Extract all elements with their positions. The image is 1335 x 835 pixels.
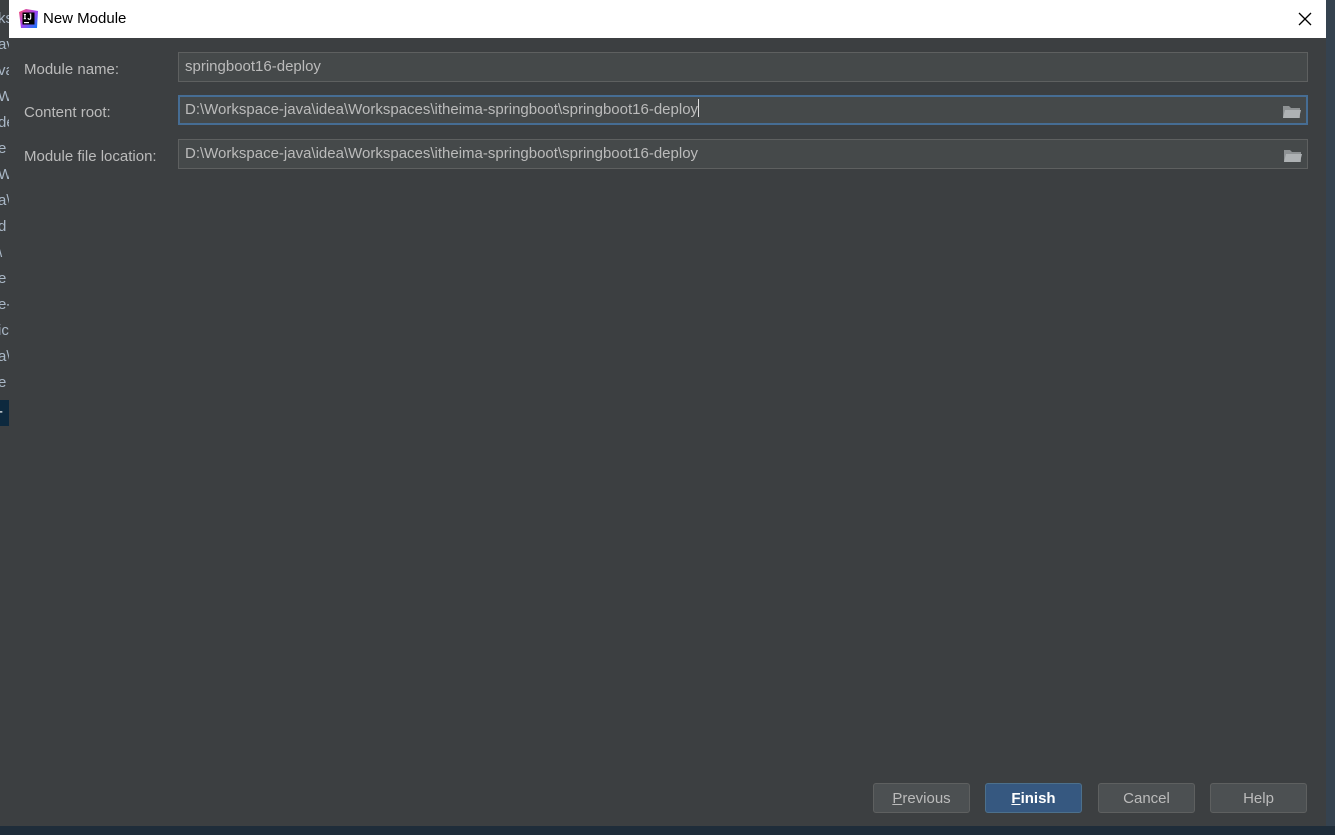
background-desktop-edge <box>1326 0 1335 835</box>
bg-text-fragment: a\ <box>0 192 9 209</box>
bg-text-fragment: W <box>0 166 9 183</box>
bg-text-fragment: ks <box>0 10 9 27</box>
cancel-button[interactable]: Cancel <box>1098 783 1195 813</box>
close-icon <box>1298 12 1312 26</box>
finish-button[interactable]: Finish <box>985 783 1082 813</box>
module-file-location-value: D:\Workspace-java\idea\Workspaces\itheim… <box>185 145 699 162</box>
bg-text-fragment: - <box>0 403 3 420</box>
browse-folder-icon[interactable] <box>1283 146 1303 164</box>
new-module-dialog: New Module Module name: springboot16-dep… <box>9 0 1326 826</box>
bg-text-fragment: ic <box>0 322 9 339</box>
previous-button[interactable]: Previous <box>873 783 970 813</box>
bg-text-fragment: e <box>0 374 7 391</box>
help-button[interactable]: Help <box>1210 783 1307 813</box>
module-name-label: Module name: <box>24 61 120 78</box>
intellij-idea-icon <box>19 9 38 28</box>
bg-text-fragment: av <box>0 36 9 53</box>
title-bar[interactable]: New Module <box>9 0 1326 38</box>
content-root-label: Content root: <box>24 104 111 121</box>
text-cursor <box>698 99 700 117</box>
bg-text-fragment: d <box>0 218 7 235</box>
bg-text-fragment: e <box>0 270 7 287</box>
module-name-input[interactable]: springboot16-deploy <box>178 52 1308 82</box>
bg-text-fragment: va <box>0 62 9 79</box>
previous-mnemonic: P <box>892 789 903 807</box>
background-ide-panel: ks av va W de e W a\ d \ e e- ic a\ e - <box>0 0 9 835</box>
bg-text-fragment: de <box>0 114 9 131</box>
previous-label: revious <box>902 789 951 807</box>
finish-label: inish <box>1020 789 1056 807</box>
browse-folder-icon[interactable] <box>1282 102 1302 120</box>
background-taskbar-edge <box>0 826 1335 835</box>
bg-text-fragment: W <box>0 88 9 105</box>
bg-text-fragment: \ <box>0 244 2 261</box>
bg-text-fragment: e <box>0 140 7 157</box>
close-button[interactable] <box>1284 0 1326 38</box>
dialog-title: New Module <box>43 10 127 27</box>
module-file-location-input[interactable]: D:\Workspace-java\idea\Workspaces\itheim… <box>178 139 1308 169</box>
bg-text-fragment: a\ <box>0 348 9 365</box>
finish-mnemonic: F <box>1011 789 1021 807</box>
module-name-value: springboot16-deploy <box>185 58 321 75</box>
module-file-location-label: Module file location: <box>24 148 157 165</box>
content-root-value: D:\Workspace-java\idea\Workspaces\itheim… <box>185 101 699 118</box>
content-root-input[interactable]: D:\Workspace-java\idea\Workspaces\itheim… <box>178 95 1308 125</box>
bg-text-fragment: e- <box>0 296 9 313</box>
